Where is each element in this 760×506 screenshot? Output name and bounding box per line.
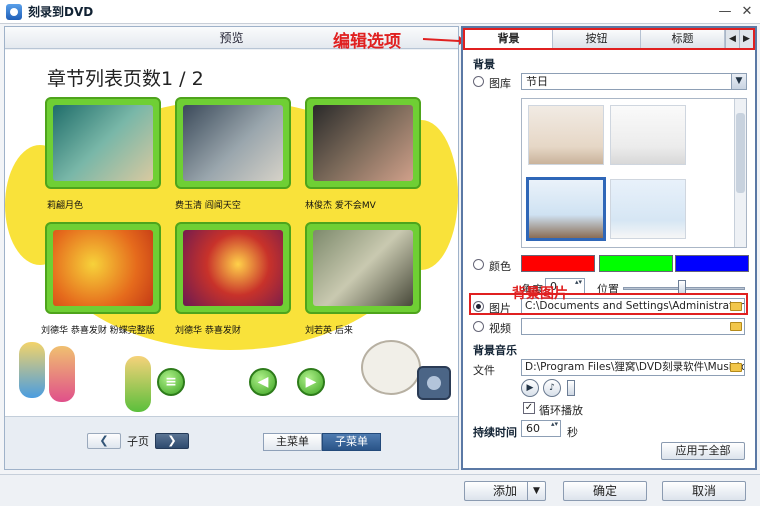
duration-unit: 秒 <box>567 426 578 439</box>
music-file-value: D:\Program Files\狸窝\DVD刻录软件\Music\defa <box>525 361 745 373</box>
chevron-down-icon[interactable]: ▼ <box>527 482 545 500</box>
cancel-button[interactable]: 取消 <box>662 481 746 501</box>
duration-label: 持续时间 <box>473 426 517 439</box>
chapter-thumbnail[interactable] <box>305 97 421 189</box>
image-row-highlight <box>469 293 748 315</box>
color-swatch-2[interactable] <box>599 255 673 272</box>
preview-footer: ❮ 子页 ❯ 主菜单 子菜单 <box>5 416 458 469</box>
duration-stepper[interactable]: 60 <box>521 420 561 437</box>
cartoon-kid-illustration <box>49 346 75 402</box>
thumbnail-label: 费玉清 阎闻天空 <box>175 201 241 211</box>
gallery-image[interactable] <box>610 105 686 165</box>
tab-buttons[interactable]: 按钮 <box>553 30 641 48</box>
thumbnail-image <box>53 105 153 181</box>
volume-icon[interactable]: ♪ <box>543 379 561 397</box>
edit-panel: 背景 按钮 标题 ◀ ▶ 背景 图库 节日 ▼ 颜色 角度 0 位置 图片 C:… <box>461 26 757 470</box>
thumbnail-image <box>313 105 413 181</box>
chapter-thumbnail[interactable] <box>175 97 291 189</box>
main-menu-button[interactable]: 主菜单 <box>263 433 322 451</box>
app-icon <box>6 3 22 20</box>
video-path-field[interactable] <box>521 318 745 335</box>
chapter-thumbnail[interactable] <box>175 222 291 314</box>
gallery-image[interactable] <box>528 247 604 248</box>
loop-label: 循环播放 <box>539 404 583 417</box>
sub-page-label: 子页 <box>127 435 149 448</box>
gallery-scrollbar[interactable] <box>734 99 746 247</box>
folder-icon[interactable] <box>730 363 742 372</box>
music-section-title: 背景音乐 <box>473 344 517 357</box>
library-select-value: 节日 <box>526 75 548 88</box>
menu-previous-button[interactable]: ◀ <box>249 368 277 396</box>
speaker-illustration <box>417 366 451 400</box>
library-select[interactable]: 节日 ▼ <box>521 73 747 90</box>
thumbnail-image <box>183 230 283 306</box>
close-icon[interactable]: ✕ <box>738 3 756 21</box>
tab-scroll-left-icon[interactable]: ◀ <box>725 30 739 48</box>
thumbnail-image <box>53 230 153 306</box>
bottom-bar: 添加 ▼ 确定 取消 <box>0 474 760 506</box>
video-label: 视频 <box>489 322 511 335</box>
color-radio[interactable] <box>473 259 484 270</box>
play-icon[interactable]: ▶ <box>521 379 539 397</box>
chapter-thumbnail[interactable] <box>305 222 421 314</box>
gallery-image-selected[interactable] <box>526 177 606 241</box>
loop-checkbox[interactable]: ✓ <box>523 402 535 414</box>
minimize-icon[interactable]: — <box>716 3 734 21</box>
file-label: 文件 <box>473 364 495 377</box>
apply-to-all-button[interactable]: 应用于全部 <box>661 442 745 460</box>
menu-switch: 主菜单 子菜单 <box>263 433 381 451</box>
background-gallery <box>521 98 747 248</box>
duration-value: 60 <box>526 422 540 435</box>
position-slider-knob[interactable] <box>678 280 686 294</box>
add-button-label: 添加 <box>492 484 517 498</box>
chapter-thumbnail[interactable] <box>45 97 161 189</box>
sub-page-navigator: ❮ 子页 ❯ <box>87 433 189 449</box>
add-button[interactable]: 添加 ▼ <box>464 481 546 501</box>
color-swatch-3[interactable] <box>675 255 749 272</box>
thumbnail-image <box>313 230 413 306</box>
tab-background[interactable]: 背景 <box>465 30 553 48</box>
color-label: 颜色 <box>489 260 511 273</box>
window-title: 刻录到DVD <box>28 5 94 19</box>
menu-preview-canvas: 章节列表页数1 / 2 莉翩月色 费玉清 阎闻天空 林俊杰 爱不会MV 刘德华 … <box>5 50 458 416</box>
gallery-image[interactable] <box>528 105 604 165</box>
gallery-scrollbar-thumb[interactable] <box>736 113 745 193</box>
background-section-title: 背景 <box>473 58 495 71</box>
ok-button[interactable]: 确定 <box>563 481 647 501</box>
folder-icon[interactable] <box>730 322 742 331</box>
title-bar: 刻录到DVD — ✕ <box>0 0 760 24</box>
color-swatch-1[interactable] <box>521 255 595 272</box>
chevron-down-icon: ▼ <box>731 74 746 89</box>
background-image-annotation: 背景图片 <box>512 286 568 302</box>
thumbnail-label: 刘德华 恭喜发财 粉蝶完整版 <box>41 326 155 336</box>
library-radio[interactable] <box>473 76 484 87</box>
edit-tabs: 背景 按钮 标题 ◀ ▶ <box>463 28 755 50</box>
thumbnail-label: 莉翩月色 <box>47 201 84 211</box>
thumbnail-image <box>183 105 283 181</box>
sub-menu-button[interactable]: 子菜单 <box>322 433 381 451</box>
menu-up-button[interactable]: ≡ <box>157 368 185 396</box>
music-file-field[interactable]: D:\Program Files\狸窝\DVD刻录软件\Music\defa <box>521 359 745 376</box>
menu-next-button[interactable]: ▶ <box>297 368 325 396</box>
menu-page-title: 章节列表页数1 / 2 <box>47 68 204 90</box>
annotation-arrow-icon <box>422 36 465 45</box>
thumbnail-label: 林俊杰 爱不会MV <box>305 201 376 211</box>
prev-sub-page-button[interactable]: ❮ <box>87 433 121 449</box>
cartoon-kid-illustration <box>19 342 45 398</box>
video-radio[interactable] <box>473 321 484 332</box>
thumbnail-label: 刘若英 后来 <box>305 326 353 336</box>
library-label: 图库 <box>489 77 511 90</box>
cartoon-sheep-illustration <box>361 340 421 395</box>
thumbnail-label: 刘德华 恭喜发财 <box>175 326 241 336</box>
cartoon-kid-illustration <box>125 356 151 412</box>
chapter-thumbnail[interactable] <box>45 222 161 314</box>
tab-scroll-right-icon[interactable]: ▶ <box>739 30 753 48</box>
next-sub-page-button[interactable]: ❯ <box>155 433 189 449</box>
tab-title[interactable]: 标题 <box>641 30 725 48</box>
edit-options-annotation: 编辑选项 <box>333 32 401 52</box>
gallery-image[interactable] <box>610 179 686 239</box>
music-seek-knob[interactable] <box>567 380 575 396</box>
preview-pane: 预览 章节列表页数1 / 2 莉翩月色 费玉清 阎闻天空 林俊杰 爱不会MV 刘… <box>4 26 459 470</box>
